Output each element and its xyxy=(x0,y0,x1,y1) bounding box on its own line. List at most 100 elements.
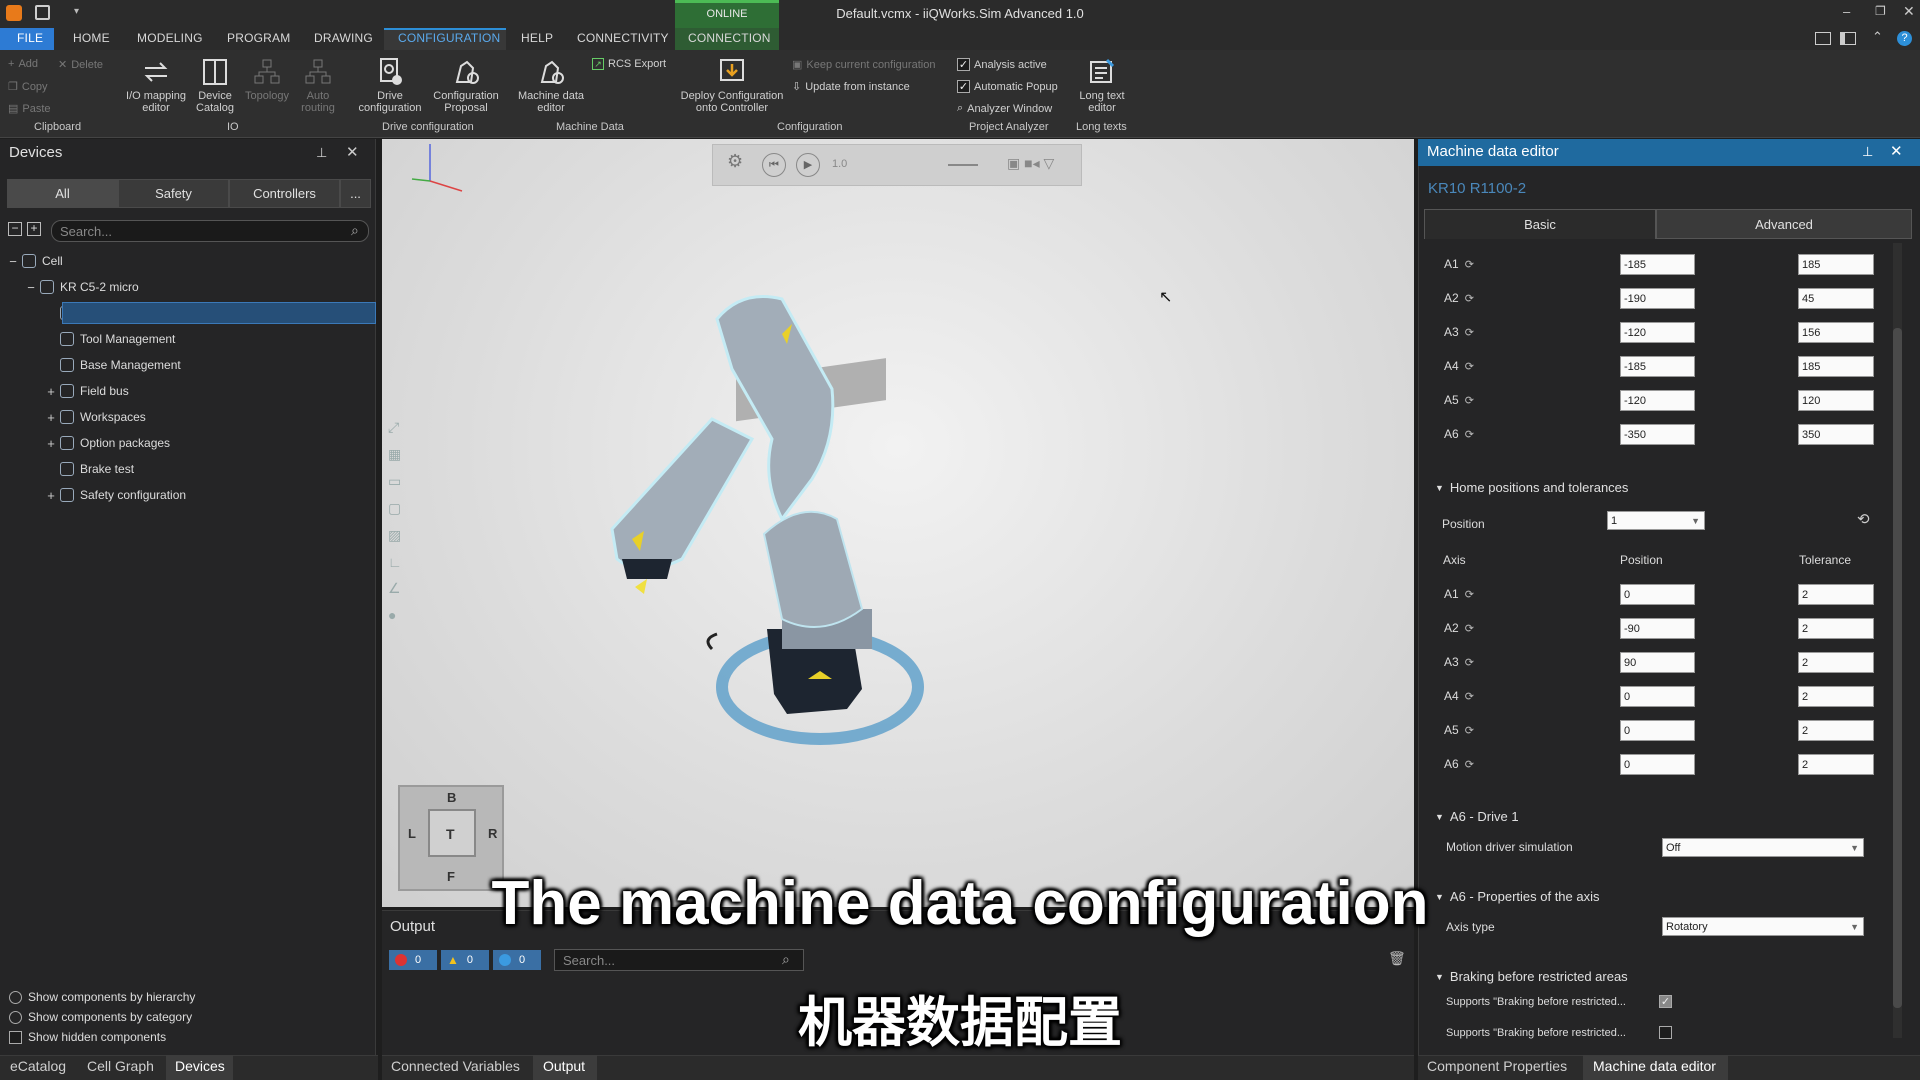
menu-item-connection[interactable]: CONNECTION xyxy=(688,31,771,45)
collapse-icon[interactable]: − xyxy=(8,254,18,269)
help-icon[interactable]: ? xyxy=(1897,31,1912,46)
expand-icon[interactable]: + xyxy=(46,488,56,503)
box-icon[interactable]: ▭ xyxy=(388,473,402,490)
home-position-input[interactable]: 0 xyxy=(1620,720,1695,741)
output-search-input[interactable]: Search... xyxy=(554,949,804,971)
delete-button[interactable]: ✕ Delete xyxy=(58,58,103,72)
limit-max-input[interactable]: 350 xyxy=(1798,424,1874,445)
reset-icon[interactable]: ⟳ xyxy=(1465,690,1474,703)
tab-connected-variables[interactable]: Connected Variables xyxy=(391,1058,520,1074)
devices-search-input[interactable]: Search... xyxy=(51,220,369,242)
limit-max-input[interactable]: 120 xyxy=(1798,390,1874,411)
tab-all[interactable]: All xyxy=(7,179,118,208)
motion-driver-select[interactable]: Off ▼ xyxy=(1662,838,1864,857)
tab-advanced[interactable]: Advanced xyxy=(1656,209,1912,239)
tree-item[interactable]: Base Management xyxy=(60,354,181,376)
limit-min-input[interactable]: -120 xyxy=(1620,390,1695,411)
paste-button[interactable]: ▤ Paste xyxy=(8,102,51,116)
save-icon[interactable] xyxy=(35,5,50,20)
reset-icon[interactable]: ⟳ xyxy=(1465,258,1474,271)
tab-more[interactable]: ... xyxy=(340,179,371,208)
home-tolerance-input[interactable]: 2 xyxy=(1798,584,1874,605)
pin-icon[interactable]: ⊥ xyxy=(1862,144,1873,160)
io-mapping-editor-button[interactable]: I/O mapping editor xyxy=(120,58,192,114)
tab-controllers[interactable]: Controllers xyxy=(229,179,340,208)
navcube-right[interactable]: R xyxy=(488,826,497,841)
settings-icon[interactable]: ⚙ xyxy=(727,151,743,172)
errors-filter[interactable]: 0 xyxy=(389,950,437,970)
search-icon[interactable]: ⌕ xyxy=(351,222,359,239)
fit-view-icon[interactable]: ⤢ xyxy=(388,419,402,436)
rewind-icon[interactable]: ⏮ xyxy=(762,153,786,177)
tree-item[interactable]: − KR C5-2 micro xyxy=(27,276,138,298)
home-position-input[interactable]: 0 xyxy=(1620,686,1695,707)
home-tolerance-input[interactable]: 2 xyxy=(1798,652,1874,673)
update-from-instance-button[interactable]: ⇩ Update from instance xyxy=(792,80,910,94)
tree-item[interactable]: Tool Management xyxy=(60,328,175,350)
tree-item[interactable]: + Option packages xyxy=(47,432,170,454)
home-position-input[interactable]: 90 xyxy=(1620,652,1695,673)
limit-max-input[interactable]: 156 xyxy=(1798,322,1874,343)
reset-icon[interactable]: ⟳ xyxy=(1465,360,1474,373)
frame-icon[interactable]: ▦ xyxy=(388,446,402,463)
panels-icon[interactable] xyxy=(1840,32,1856,45)
analyzer-window-button[interactable]: ⌕ Analyzer Window xyxy=(957,102,1052,115)
reset-icon[interactable]: ⟳ xyxy=(1465,724,1474,737)
limit-max-input[interactable]: 185 xyxy=(1798,254,1874,275)
tab-machine-data-editor[interactable]: Machine data editor xyxy=(1593,1058,1716,1074)
sphere-icon[interactable]: ● xyxy=(388,607,402,623)
expand-all-icon[interactable]: + xyxy=(27,222,41,236)
menu-item-file[interactable]: FILE xyxy=(17,31,43,45)
reset-home-icon[interactable]: ⟲ xyxy=(1857,510,1870,528)
drive-section-header[interactable]: ▼ A6 - Drive 1 xyxy=(1435,809,1519,824)
pin-icon[interactable]: ⊥ xyxy=(316,145,327,161)
automatic-popup-checkbox[interactable]: ✓ Automatic Popup xyxy=(957,80,1058,93)
configuration-proposal-button[interactable]: Configuration Proposal xyxy=(430,58,502,114)
limit-min-input[interactable]: -185 xyxy=(1620,356,1695,377)
tab-component-properties[interactable]: Component Properties xyxy=(1427,1058,1567,1074)
limit-min-input[interactable]: -120 xyxy=(1620,322,1695,343)
menu-item-connectivity[interactable]: CONNECTIVITY xyxy=(577,31,669,45)
tab-ecatalog[interactable]: eCatalog xyxy=(10,1058,66,1074)
tree-item[interactable]: Brake test xyxy=(60,458,134,480)
minimize-icon[interactable]: – xyxy=(1843,4,1850,19)
render-icon[interactable]: ▢ xyxy=(388,500,402,517)
restore-icon[interactable]: ❐ xyxy=(1875,4,1886,18)
long-text-editor-button[interactable]: Long text editor xyxy=(1074,58,1130,114)
navcube-top[interactable]: B xyxy=(447,790,456,805)
tree-item[interactable]: − Cell xyxy=(9,250,62,272)
menu-item-help[interactable]: HELP xyxy=(521,31,553,45)
reset-icon[interactable]: ⟳ xyxy=(1465,394,1474,407)
3d-viewport[interactable]: ⚙ ⏮ ▶ 1.0 ▣ ■◂ ▽ ⤢ ▦ ▭ ▢ ▨ ∟ ∠ ● B L T R… xyxy=(382,139,1414,907)
close-panel-icon[interactable]: ✕ xyxy=(346,143,359,161)
reset-icon[interactable]: ⟳ xyxy=(1465,622,1474,635)
home-position-input[interactable]: 0 xyxy=(1620,584,1695,605)
measure-icon[interactable]: ∠ xyxy=(388,580,402,597)
navcube-center[interactable]: T xyxy=(446,826,455,842)
tab-safety[interactable]: Safety xyxy=(118,179,229,208)
reset-icon[interactable]: ⟳ xyxy=(1465,588,1474,601)
home-section-header[interactable]: ▼ Home positions and tolerances xyxy=(1435,480,1628,495)
expand-icon[interactable]: + xyxy=(46,436,56,451)
collapse-all-icon[interactable]: − xyxy=(8,222,22,236)
home-position-input[interactable]: -90 xyxy=(1620,618,1695,639)
reset-icon[interactable]: ⟳ xyxy=(1465,428,1474,441)
tab-devices[interactable]: Devices xyxy=(175,1058,225,1074)
close-panel-icon[interactable]: ✕ xyxy=(1890,142,1903,160)
home-tolerance-input[interactable]: 2 xyxy=(1798,686,1874,707)
rcs-export-button[interactable]: ↗ RCS Export xyxy=(592,58,666,70)
topology-button[interactable]: Topology xyxy=(240,58,294,102)
menu-item-drawing[interactable]: DRAWING xyxy=(314,31,373,45)
home-tolerance-input[interactable]: 2 xyxy=(1798,754,1874,775)
warnings-filter[interactable]: ▲ 0 xyxy=(441,950,489,970)
deploy-configuration-button[interactable]: Deploy Configuration onto Controller xyxy=(676,58,788,114)
home-tolerance-input[interactable]: 2 xyxy=(1798,618,1874,639)
tree-item[interactable]: + Field bus xyxy=(47,380,129,402)
limit-max-input[interactable]: 45 xyxy=(1798,288,1874,309)
collapse-ribbon-icon[interactable]: ⌃ xyxy=(1872,29,1883,45)
search-icon[interactable]: ⌕ xyxy=(782,951,790,968)
position-select[interactable]: 1 ▼ xyxy=(1607,511,1705,530)
tab-output[interactable]: Output xyxy=(543,1058,585,1074)
copy-button[interactable]: ❐ Copy xyxy=(8,80,48,94)
clear-output-icon[interactable]: 🗑 xyxy=(1388,950,1406,967)
